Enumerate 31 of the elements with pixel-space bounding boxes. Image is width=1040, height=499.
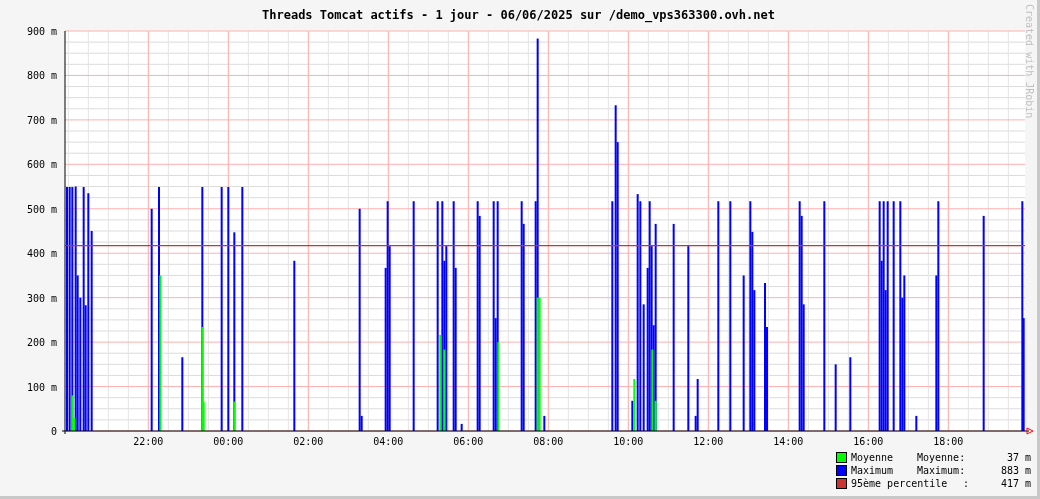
y-axis-label: 0 [50, 426, 57, 437]
x-axis-label: 16:00 [853, 436, 884, 447]
y-axis-label: 200 m [26, 337, 57, 349]
x-axis-label: 22:00 [133, 436, 164, 447]
y-axis-label: 300 m [26, 292, 57, 304]
x-axis-label: 18:00 [933, 436, 964, 447]
y-axis-label: 800 m [26, 70, 57, 82]
x-axis-label: 04:00 [373, 436, 404, 447]
legend-stat-label: Maximum: [917, 465, 967, 476]
y-axis-label: 700 m [26, 114, 57, 126]
x-axis-label: 12:00 [693, 436, 724, 447]
legend-name: Maximum [851, 465, 895, 476]
y-axis-label: 500 m [26, 203, 57, 215]
legend-name: 95ème percentile [851, 478, 949, 489]
legend-value: 883 m [999, 465, 1031, 476]
y-axis-label: 400 m [26, 248, 57, 260]
legend-value: 417 m [999, 478, 1031, 489]
legend-stat-label: Moyenne: [917, 452, 967, 463]
y-axis-label: 900 m [26, 26, 57, 37]
y-axis-label: 100 m [26, 381, 57, 393]
chart-title: Threads Tomcat actifs - 1 jour - 06/06/2025 sur /demo_vps363300.ovh.net [262, 7, 775, 22]
legend-value: 37 m [1005, 452, 1031, 463]
x-axis-label: 06:00 [453, 436, 484, 447]
x-axis-label: 02:00 [293, 436, 324, 447]
x-axis-label: 08:00 [533, 436, 564, 447]
legend-stat-label: : [963, 478, 971, 489]
x-axis-label: 00:00 [213, 436, 244, 447]
x-axis-label: 14:00 [773, 436, 804, 447]
legend-name: Moyenne [851, 452, 895, 463]
y-axis-label: 600 m [26, 159, 57, 171]
x-axis-label: 10:00 [613, 436, 644, 447]
